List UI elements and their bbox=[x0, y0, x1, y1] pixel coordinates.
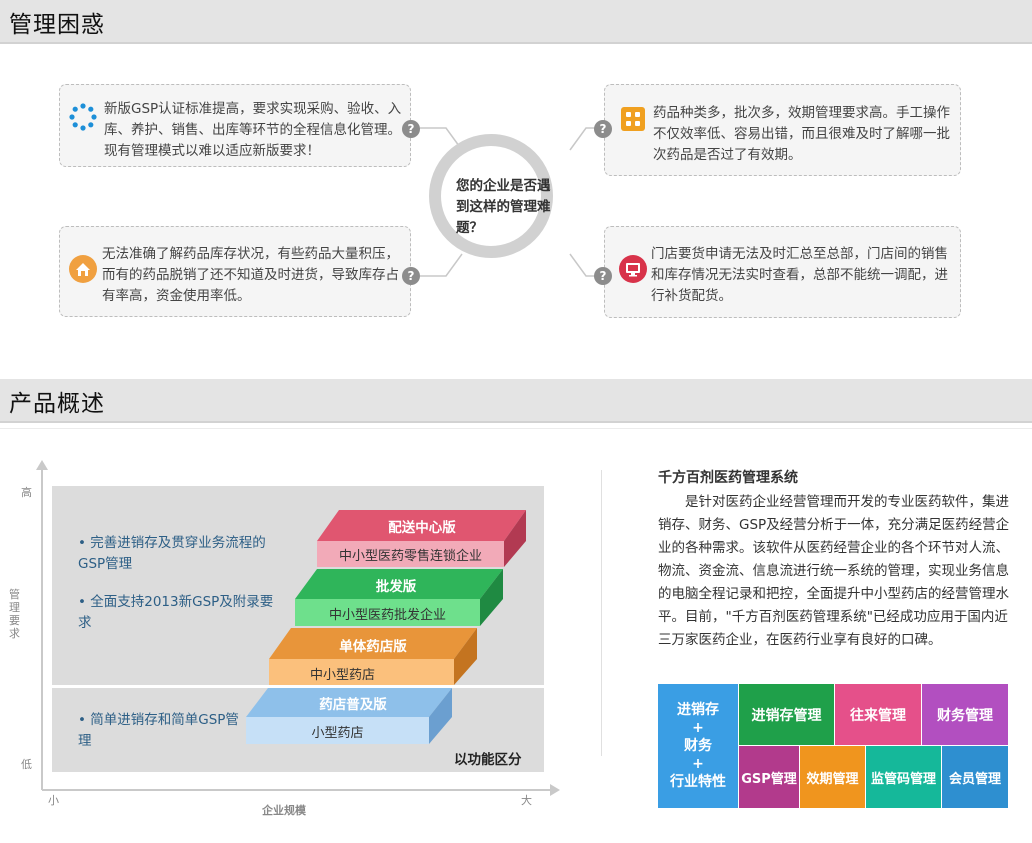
module-core-line: + bbox=[692, 756, 704, 772]
module-core-line: + bbox=[692, 720, 704, 736]
module-core: 进销存 + 财务 + 行业特性 bbox=[658, 684, 738, 808]
module-core-line: 财务 bbox=[684, 738, 712, 754]
product-title: 千方百剂医药管理系统 bbox=[658, 470, 798, 486]
module-accounts: 往来管理 bbox=[835, 684, 921, 745]
product-description: 是针对医药企业经营管理而开发的专业医药软件，集进销存、财务、GSP及经营分析于一… bbox=[658, 494, 1010, 648]
module-core-line: 行业特性 bbox=[670, 774, 726, 790]
module-tracking-code: 监管码管理 bbox=[866, 746, 941, 808]
step-subtitle: 小型药店 bbox=[311, 726, 364, 741]
module-core-line: 进销存 bbox=[677, 702, 719, 718]
problem-text: 药品种类多，批次多，效期管理要求高。手工操作不仅效率低、容易出错，而且很难及时了… bbox=[653, 105, 950, 163]
step-subtitle: 中小型药店 bbox=[309, 668, 375, 683]
step-title-wholesale: 批发版 bbox=[375, 579, 417, 595]
step-title-distribution: 配送中心版 bbox=[388, 520, 456, 536]
module-gsp: GSP管理 bbox=[739, 746, 799, 808]
monitor-icon bbox=[619, 255, 647, 283]
module-expiry: 效期管理 bbox=[800, 746, 865, 808]
edition-steps bbox=[246, 510, 526, 744]
by-function-label: 以功能区分 bbox=[454, 752, 522, 768]
grid-icon bbox=[621, 107, 645, 131]
problem-text: 门店要货申请无法及时汇总至总部，门店间的销售和库存情况无法实时查看，总部不能统一… bbox=[651, 246, 948, 304]
step-title-basic: 药店普及版 bbox=[319, 697, 387, 713]
step-subtitle: 中小型医药批发企业 bbox=[328, 608, 446, 623]
problem-card-stores: 门店要货申请无法及时汇总至总部，门店间的销售和库存情况无法实时查看，总部不能统一… bbox=[604, 226, 961, 318]
step-subtitle: 中小型医药零售连锁企业 bbox=[338, 549, 482, 564]
step-title-single-store: 单体药店版 bbox=[339, 639, 407, 655]
column-divider bbox=[601, 470, 602, 756]
module-inventory: 进销存管理 bbox=[739, 684, 834, 745]
module-members: 会员管理 bbox=[942, 746, 1008, 808]
problem-card-expiry: 药品种类多，批次多，效期管理要求高。手工操作不仅效率低、容易出错，而且很难及时了… bbox=[604, 84, 961, 176]
module-finance: 财务管理 bbox=[922, 684, 1008, 745]
